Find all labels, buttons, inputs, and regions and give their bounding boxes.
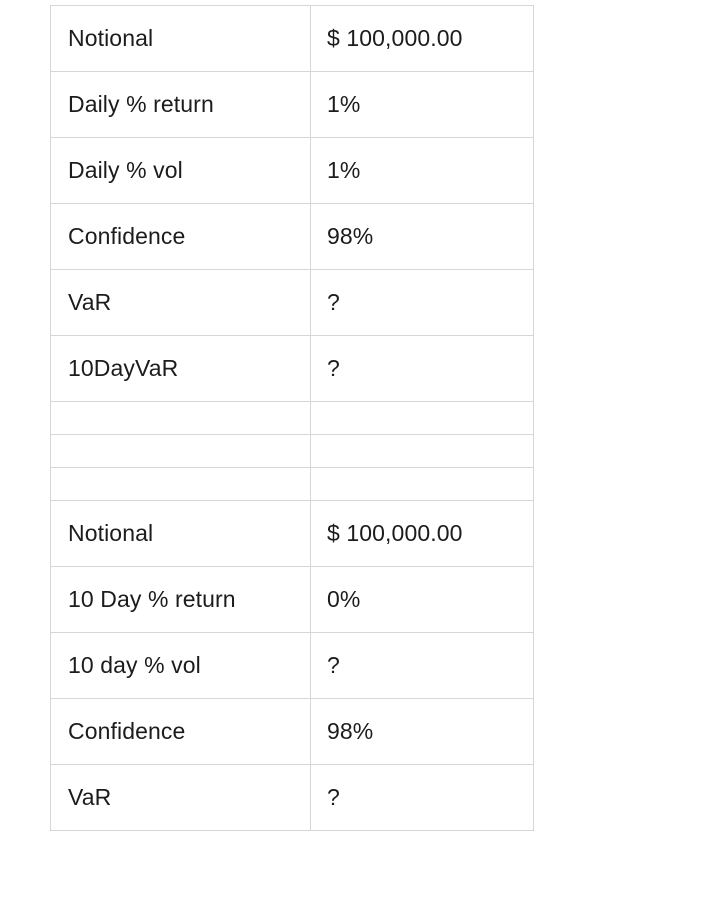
- label-cell[interactable]: Notional: [50, 5, 311, 72]
- var-parameters-table: Notional $ 100,000.00 Daily % return 1% Dail…: [50, 5, 534, 831]
- label-cell[interactable]: 10 day % vol: [50, 632, 311, 699]
- value-cell-empty[interactable]: [310, 401, 534, 435]
- value-cell[interactable]: 1%: [310, 71, 534, 138]
- value-cell[interactable]: $ 100,000.00: [310, 5, 534, 72]
- value-cell[interactable]: $ 100,000.00: [310, 500, 534, 567]
- table-row: Confidence 98%: [50, 203, 534, 270]
- table-body: Notional $ 100,000.00 Daily % return 1% Dail…: [50, 5, 534, 831]
- label-cell[interactable]: 10DayVaR: [50, 335, 311, 402]
- table-row-empty: [50, 401, 534, 435]
- table-row-empty: [50, 434, 534, 468]
- label-cell[interactable]: Confidence: [50, 698, 311, 765]
- value-cell[interactable]: 98%: [310, 698, 534, 765]
- label-cell-empty[interactable]: [50, 467, 311, 501]
- document-canvas: Notional $ 100,000.00 Daily % return 1% Dail…: [0, 0, 720, 904]
- table-row: 10 day % vol?: [50, 632, 534, 699]
- table-row: Notional $ 100,000.00: [50, 500, 534, 567]
- label-cell[interactable]: 10 Day % return: [50, 566, 311, 633]
- label-cell-empty[interactable]: [50, 401, 311, 435]
- label-cell[interactable]: Daily % return: [50, 71, 311, 138]
- value-cell[interactable]: ?: [310, 335, 534, 402]
- label-cell[interactable]: Confidence: [50, 203, 311, 270]
- label-cell[interactable]: Notional: [50, 500, 311, 567]
- table-row: 10 Day % return 0%: [50, 566, 534, 633]
- value-cell[interactable]: ?: [310, 764, 534, 831]
- label-cell[interactable]: VaR: [50, 269, 311, 336]
- value-cell[interactable]: 1%: [310, 137, 534, 204]
- label-cell[interactable]: VaR: [50, 764, 311, 831]
- table-row: Daily % return 1%: [50, 71, 534, 138]
- value-cell[interactable]: ?: [310, 269, 534, 336]
- table-row-empty: [50, 467, 534, 501]
- label-cell[interactable]: Daily % vol: [50, 137, 311, 204]
- value-cell-empty[interactable]: [310, 467, 534, 501]
- value-cell-empty[interactable]: [310, 434, 534, 468]
- table-row: 10DayVaR?: [50, 335, 534, 402]
- table-row: Confidence 98%: [50, 698, 534, 765]
- value-cell[interactable]: ?: [310, 632, 534, 699]
- label-cell-empty[interactable]: [50, 434, 311, 468]
- table-row: VaR?: [50, 764, 534, 831]
- table-row: Notional $ 100,000.00: [50, 5, 534, 72]
- table-row: VaR?: [50, 269, 534, 336]
- value-cell[interactable]: 0%: [310, 566, 534, 633]
- value-cell[interactable]: 98%: [310, 203, 534, 270]
- table-row: Daily % vol 1%: [50, 137, 534, 204]
